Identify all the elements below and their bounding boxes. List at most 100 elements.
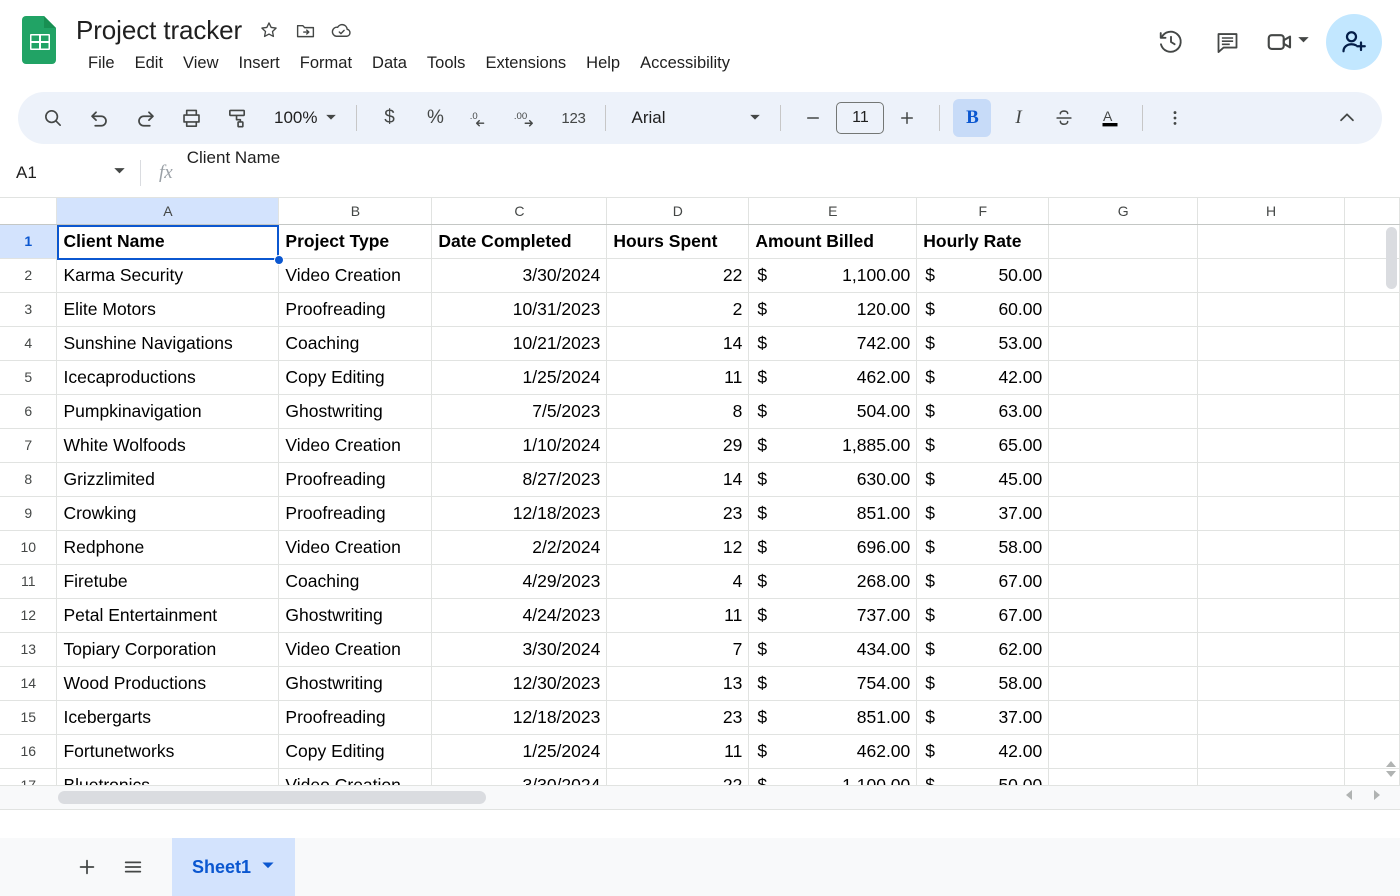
cell-g16[interactable] <box>1048 734 1199 769</box>
decrease-decimal-button[interactable]: .0 <box>462 99 500 137</box>
comment-icon[interactable] <box>1205 20 1249 64</box>
menu-extensions[interactable]: Extensions <box>475 52 576 75</box>
cell-b14[interactable]: Ghostwriting <box>278 666 433 701</box>
row-header-16[interactable]: 16 <box>0 734 58 769</box>
italic-button[interactable]: I <box>999 99 1037 137</box>
cell-d4[interactable]: 14 <box>606 326 750 361</box>
cell-h10[interactable] <box>1197 530 1345 565</box>
row-header-13[interactable]: 13 <box>0 632 58 667</box>
cell-e6[interactable]: $504.00 <box>748 394 918 429</box>
row-header-8[interactable]: 8 <box>0 462 58 497</box>
cell-c9[interactable]: 12/18/2023 <box>431 496 608 531</box>
cell-h12[interactable] <box>1197 598 1345 633</box>
cell-g6[interactable] <box>1048 394 1199 429</box>
cell-e4[interactable]: $742.00 <box>748 326 918 361</box>
add-sheet-button[interactable] <box>64 844 110 890</box>
cell-d2[interactable]: 22 <box>606 258 750 293</box>
increase-font-size-button[interactable] <box>888 99 926 137</box>
cell-e14[interactable]: $754.00 <box>748 666 918 701</box>
cell-g10[interactable] <box>1048 530 1199 565</box>
cell-f10[interactable]: $58.00 <box>916 530 1050 565</box>
selection-fill-handle[interactable] <box>274 255 284 265</box>
cell-e12[interactable]: $737.00 <box>748 598 918 633</box>
cell-e1[interactable]: Amount Billed <box>748 224 918 259</box>
cell-f3[interactable]: $60.00 <box>916 292 1050 327</box>
font-size-input[interactable]: 11 <box>836 102 885 134</box>
cell-e9[interactable]: $851.00 <box>748 496 918 531</box>
cell-e10[interactable]: $696.00 <box>748 530 918 565</box>
strikethrough-button[interactable] <box>1045 99 1083 137</box>
currency-format-button[interactable]: $ <box>370 99 408 137</box>
cell-a10[interactable]: Redphone <box>56 530 280 565</box>
cell-h15[interactable] <box>1197 700 1345 735</box>
cell-d8[interactable]: 14 <box>606 462 750 497</box>
bold-button[interactable]: B <box>953 99 992 137</box>
cell-c6[interactable]: 7/5/2023 <box>431 394 608 429</box>
cell-a11[interactable]: Firetube <box>56 564 280 599</box>
cell-c3[interactable]: 10/31/2023 <box>431 292 608 327</box>
cell-h8[interactable] <box>1197 462 1345 497</box>
cell-c10[interactable]: 2/2/2024 <box>431 530 608 565</box>
cell-f16[interactable]: $42.00 <box>916 734 1050 769</box>
cell-c7[interactable]: 1/10/2024 <box>431 428 608 463</box>
meet-button[interactable] <box>1261 20 1314 64</box>
row-header-14[interactable]: 14 <box>0 666 58 701</box>
cell-a16[interactable]: Fortunetworks <box>56 734 280 769</box>
chevron-down-icon[interactable] <box>261 858 275 877</box>
more-formats-button[interactable]: 123 <box>554 99 592 137</box>
cell-b11[interactable]: Coaching <box>278 564 433 599</box>
cell-a2[interactable]: Karma Security <box>56 258 280 293</box>
cell-c16[interactable]: 1/25/2024 <box>431 734 608 769</box>
cell-f13[interactable]: $62.00 <box>916 632 1050 667</box>
column-header-h[interactable]: H <box>1197 198 1345 225</box>
cell-g9[interactable] <box>1048 496 1199 531</box>
cell-f12[interactable]: $67.00 <box>916 598 1050 633</box>
select-all-corner[interactable] <box>0 198 58 225</box>
horizontal-scrollbar[interactable] <box>0 785 1400 809</box>
cell-b4[interactable]: Coaching <box>278 326 433 361</box>
undo-icon[interactable] <box>80 99 118 137</box>
menu-data[interactable]: Data <box>362 52 417 75</box>
cell-a4[interactable]: Sunshine Navigations <box>56 326 280 361</box>
cell-f2[interactable]: $50.00 <box>916 258 1050 293</box>
cell-g15[interactable] <box>1048 700 1199 735</box>
menu-edit[interactable]: Edit <box>125 52 173 75</box>
menu-accessibility[interactable]: Accessibility <box>630 52 740 75</box>
cell-e16[interactable]: $462.00 <box>748 734 918 769</box>
row-header-7[interactable]: 7 <box>0 428 58 463</box>
percent-format-button[interactable]: % <box>416 99 454 137</box>
cell-d15[interactable]: 23 <box>606 700 750 735</box>
cell-c13[interactable]: 3/30/2024 <box>431 632 608 667</box>
row-header-2[interactable]: 2 <box>0 258 58 293</box>
cell-f7[interactable]: $65.00 <box>916 428 1050 463</box>
cell-f8[interactable]: $45.00 <box>916 462 1050 497</box>
column-header-b[interactable]: B <box>278 198 433 225</box>
row-header-5[interactable]: 5 <box>0 360 58 395</box>
cell-g7[interactable] <box>1048 428 1199 463</box>
scroll-down-arrow-icon[interactable] <box>1386 771 1396 777</box>
cell-f1[interactable]: Hourly Rate <box>916 224 1050 259</box>
cell-c14[interactable]: 12/30/2023 <box>431 666 608 701</box>
cell-b8[interactable]: Proofreading <box>278 462 433 497</box>
cell-d6[interactable]: 8 <box>606 394 750 429</box>
column-header-partial[interactable] <box>1344 198 1400 225</box>
cell-a13[interactable]: Topiary Corporation <box>56 632 280 667</box>
cell-f4[interactable]: $53.00 <box>916 326 1050 361</box>
cell-e13[interactable]: $434.00 <box>748 632 918 667</box>
cell-c2[interactable]: 3/30/2024 <box>431 258 608 293</box>
vertical-scrollbar[interactable] <box>1386 225 1397 785</box>
cell-f15[interactable]: $37.00 <box>916 700 1050 735</box>
cell-e15[interactable]: $851.00 <box>748 700 918 735</box>
cell-e11[interactable]: $268.00 <box>748 564 918 599</box>
version-history-icon[interactable] <box>1149 20 1193 64</box>
column-header-c[interactable]: C <box>431 198 608 225</box>
cell-h3[interactable] <box>1197 292 1345 327</box>
scroll-up-arrow-icon[interactable] <box>1386 761 1396 767</box>
cell-b10[interactable]: Video Creation <box>278 530 433 565</box>
cell-b3[interactable]: Proofreading <box>278 292 433 327</box>
cell-c1[interactable]: Date Completed <box>431 224 608 259</box>
cell-d1[interactable]: Hours Spent <box>606 224 750 259</box>
cell-f9[interactable]: $37.00 <box>916 496 1050 531</box>
vertical-scroll-buttons[interactable] <box>1384 757 1398 781</box>
cell-d16[interactable]: 11 <box>606 734 750 769</box>
